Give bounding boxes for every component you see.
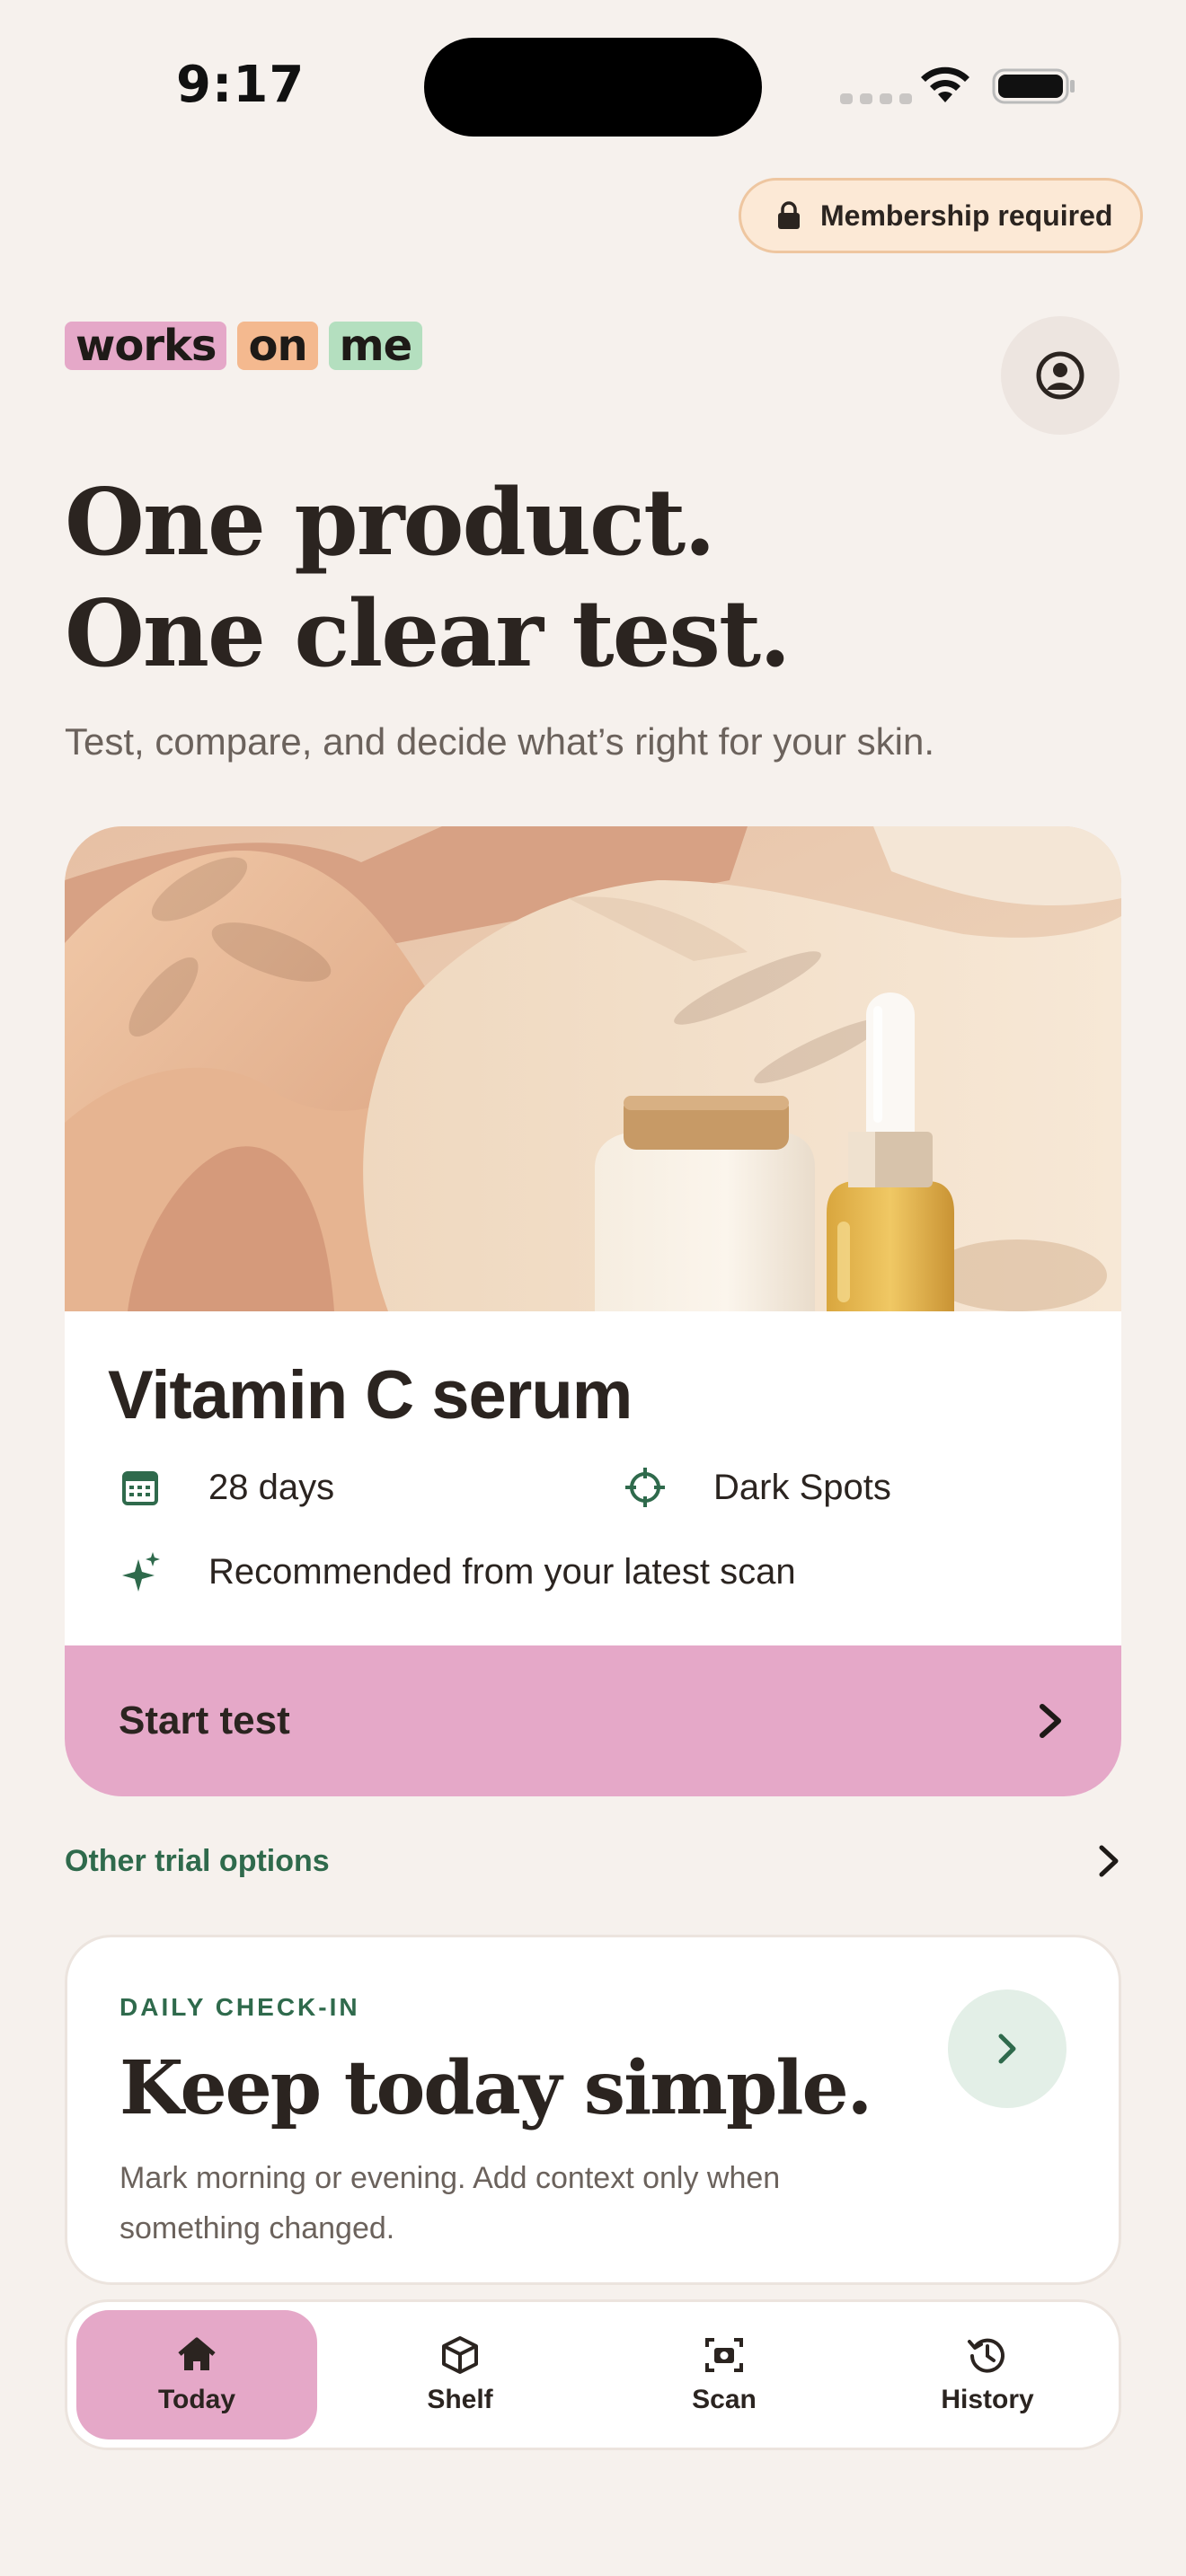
tab-scan[interactable]: Scan: [604, 2310, 845, 2439]
checkin-title: Keep today simple.: [119, 2045, 872, 2131]
daily-checkin-card[interactable]: DAILY CHECK-IN Keep today simple. Mark m…: [65, 1935, 1121, 2285]
box-icon: [442, 2336, 478, 2374]
tab-history[interactable]: History: [867, 2310, 1108, 2439]
dynamic-island: [424, 38, 762, 137]
start-test-label: Start test: [119, 1698, 290, 1742]
other-trial-options-link[interactable]: Other trial options: [65, 1836, 1125, 1886]
status-time: 9:17: [176, 56, 305, 114]
bottom-tab-bar: Today Shelf Scan History: [65, 2299, 1121, 2450]
status-bar: 9:17: [0, 0, 1186, 171]
camera-scan-icon: [705, 2338, 743, 2372]
checkin-body: Mark morning or evening. Add context onl…: [119, 2161, 781, 2245]
home-icon: [178, 2337, 216, 2370]
recommendation-meta: Recommended from your latest scan: [119, 1550, 796, 1593]
duration-meta: 28 days: [119, 1466, 334, 1509]
recommendation-text: Recommended from your latest scan: [208, 1551, 796, 1592]
tab-shelf[interactable]: Shelf: [340, 2310, 580, 2439]
target-meta: Dark Spots: [624, 1466, 891, 1509]
target-text: Dark Spots: [713, 1467, 891, 1507]
tab-label: Scan: [692, 2385, 757, 2414]
title-line-2: One clear test.: [65, 580, 792, 688]
logo-word-works: works: [65, 322, 227, 370]
membership-label: Membership required: [820, 198, 1113, 232]
product-card[interactable]: Vitamin C serum 28 days Dark Spots Recom…: [65, 826, 1121, 1796]
other-trial-options-label: Other trial options: [65, 1843, 330, 1878]
chevron-right-icon: [1040, 1704, 1061, 1738]
user-circle-icon: [1036, 351, 1084, 400]
sparkle-icon: [122, 1552, 160, 1592]
chevron-right-icon: [1099, 1845, 1119, 1877]
tab-label: History: [941, 2385, 1034, 2414]
checkin-eyebrow: DAILY CHECK-IN: [119, 1993, 360, 2021]
product-image: [65, 826, 1121, 1311]
tab-today[interactable]: Today: [76, 2310, 317, 2439]
membership-required-badge[interactable]: Membership required: [739, 178, 1143, 253]
cellular-signal-icon: [840, 93, 912, 104]
product-name: Vitamin C serum: [108, 1357, 633, 1434]
logo-word-me: me: [328, 322, 423, 370]
page-title: One product. One clear test.: [65, 467, 792, 690]
lock-icon: [778, 201, 800, 229]
calendar-icon: [122, 1471, 158, 1505]
title-line-1: One product.: [65, 469, 716, 577]
history-icon: [968, 2338, 1005, 2373]
tab-label: Today: [157, 2385, 236, 2414]
start-test-button[interactable]: Start test: [65, 1645, 1121, 1796]
profile-button[interactable]: [1001, 316, 1120, 435]
logo-word-on: on: [237, 322, 318, 370]
checkin-open-button[interactable]: [948, 1989, 1067, 2108]
page-subtitle: Test, compare, and decide what’s right f…: [65, 720, 935, 763]
target-crosshair-icon: [625, 1468, 665, 1507]
chevron-right-icon: [998, 2033, 1016, 2064]
battery-icon: [992, 68, 1075, 104]
app-logo: works on me: [65, 322, 423, 370]
tab-label: Shelf: [427, 2385, 493, 2414]
wifi-icon: [921, 66, 969, 102]
duration-text: 28 days: [208, 1467, 335, 1507]
